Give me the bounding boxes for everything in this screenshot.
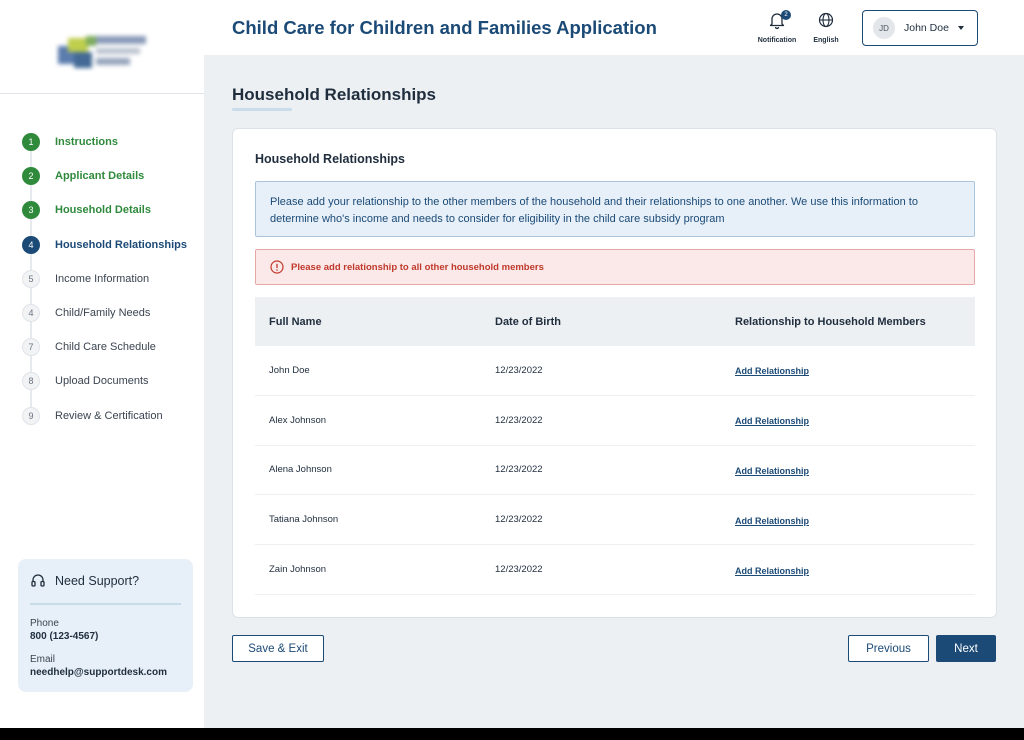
step-label: Upload Documents xyxy=(55,375,149,388)
sidebar-step-child-family-needs[interactable]: 4 Child/Family Needs xyxy=(22,303,204,338)
error-message: Please add relationship to all other hou… xyxy=(291,261,544,273)
cell-date-of-birth: 12/23/2022 xyxy=(495,464,543,476)
table-header: Full Name Date of Birth Relationship to … xyxy=(255,297,975,346)
step-label: Instructions xyxy=(55,136,118,148)
alert-circle-icon xyxy=(270,260,284,274)
error-alert: Please add relationship to all other hou… xyxy=(255,249,975,285)
sidebar-step-upload-documents[interactable]: 8 Upload Documents xyxy=(22,372,204,406)
column-header-date-of-birth: Date of Birth xyxy=(495,315,561,328)
step-label: Child/Family Needs xyxy=(55,306,151,319)
sidebar-step-income-information[interactable]: 5 Income Information xyxy=(22,269,204,304)
notification-count-badge: 2 xyxy=(781,10,791,20)
support-email-value[interactable]: needhelp@supportdesk.com xyxy=(30,667,181,678)
language-label: English xyxy=(813,37,839,44)
support-title: Need Support? xyxy=(55,574,140,588)
step-label: Child Care Schedule xyxy=(55,341,156,354)
sidebar-step-household-details[interactable]: 3 Household Details xyxy=(22,201,204,235)
top-header: Child Care for Children and Families App… xyxy=(204,0,1024,55)
step-label: Household Relationships xyxy=(55,238,188,251)
sidebar-step-review-certification[interactable]: 9 Review & Certification xyxy=(22,406,204,441)
sidebar-divider xyxy=(0,93,204,94)
household-members-table: Full Name Date of Birth Relationship to … xyxy=(255,297,975,595)
card-title: Household Relationships xyxy=(255,152,406,166)
step-number: 9 xyxy=(22,406,40,425)
cell-full-name: Alena Johnson xyxy=(269,464,332,476)
next-button[interactable]: Next xyxy=(936,635,996,662)
language-button[interactable]: English xyxy=(796,10,856,48)
sidebar-step-child-care-schedule[interactable]: 7 Child Care Schedule xyxy=(22,338,204,372)
app-title: Child Care for Children and Families App… xyxy=(232,17,657,38)
cell-date-of-birth: 12/23/2022 xyxy=(495,364,543,376)
step-number: 4 xyxy=(22,303,40,322)
add-relationship-link[interactable]: Add Relationship xyxy=(735,366,809,376)
add-relationship-link[interactable]: Add Relationship xyxy=(735,416,809,426)
support-header: Need Support? xyxy=(30,559,181,605)
cell-date-of-birth: 12/23/2022 xyxy=(495,564,543,576)
previous-button[interactable]: Previous xyxy=(848,635,929,662)
support-panel: Need Support? Phone 800 (123-4567) Email… xyxy=(18,559,193,692)
cell-full-name: Alex Johnson xyxy=(269,414,327,426)
add-relationship-link[interactable]: Add Relationship xyxy=(735,466,809,476)
cell-full-name: Zain Johnson xyxy=(269,564,327,576)
table-row: John Doe 12/23/2022 Add Relationship xyxy=(255,346,975,396)
cell-date-of-birth: 12/23/2022 xyxy=(495,514,543,526)
info-alert: Please add your relationship to the othe… xyxy=(255,181,975,237)
table-row: Alex Johnson 12/23/2022 Add Relationship xyxy=(255,396,975,446)
step-number: 1 xyxy=(22,133,40,151)
title-underline xyxy=(232,108,292,111)
step-label: Applicant Details xyxy=(55,170,145,183)
headset-icon xyxy=(31,574,45,587)
cell-date-of-birth: 12/23/2022 xyxy=(495,414,543,426)
table-row: Tatiana Johnson 12/23/2022 Add Relations… xyxy=(255,495,975,546)
step-label: Household Details xyxy=(55,204,151,217)
user-name: John Doe xyxy=(904,22,949,34)
step-label: Income Information xyxy=(55,272,150,285)
sidebar-step-household-relationships[interactable]: 4 Household Relationships xyxy=(22,235,204,270)
avatar: JD xyxy=(873,17,895,39)
cell-full-name: John Doe xyxy=(269,364,310,376)
globe-icon xyxy=(818,12,834,28)
step-number: 4 xyxy=(22,235,40,254)
app-logo xyxy=(56,32,148,72)
sidebar-step-instructions[interactable]: 1 Instructions xyxy=(22,133,204,167)
add-relationship-link[interactable]: Add Relationship xyxy=(735,566,809,576)
page-title: Household Relationships xyxy=(232,85,437,104)
step-label: Review & Certification xyxy=(55,409,163,422)
step-number: 7 xyxy=(22,338,40,357)
sidebar: 1 Instructions 2 Applicant Details 3 Hou… xyxy=(0,0,204,728)
support-phone-label: Phone xyxy=(30,618,59,629)
app-window: 1 Instructions 2 Applicant Details 3 Hou… xyxy=(0,0,1024,728)
step-number: 2 xyxy=(22,167,40,186)
sidebar-step-applicant-details[interactable]: 2 Applicant Details xyxy=(22,167,204,201)
save-exit-button[interactable]: Save & Exit xyxy=(232,635,324,662)
table-row: Zain Johnson 12/23/2022 Add Relationship xyxy=(255,545,975,595)
column-header-full-name: Full Name xyxy=(269,315,322,328)
caret-down-icon xyxy=(957,26,964,30)
user-menu-button[interactable]: JD John Doe xyxy=(862,10,978,46)
support-phone-value[interactable]: 800 (123-4567) xyxy=(30,631,181,642)
support-email-label: Email xyxy=(30,654,56,665)
step-number: 5 xyxy=(22,269,40,288)
add-relationship-link[interactable]: Add Relationship xyxy=(735,516,809,526)
step-number: 8 xyxy=(22,372,40,391)
cell-full-name: Tatiana Johnson xyxy=(269,514,339,526)
step-number: 3 xyxy=(22,201,40,220)
table-row: Alena Johnson 12/23/2022 Add Relationshi… xyxy=(255,446,975,496)
relationships-card: Household Relationships Please add your … xyxy=(232,128,997,618)
step-list: 1 Instructions 2 Applicant Details 3 Hou… xyxy=(22,133,204,441)
column-header-relationship: Relationship to Household Members xyxy=(735,315,926,328)
